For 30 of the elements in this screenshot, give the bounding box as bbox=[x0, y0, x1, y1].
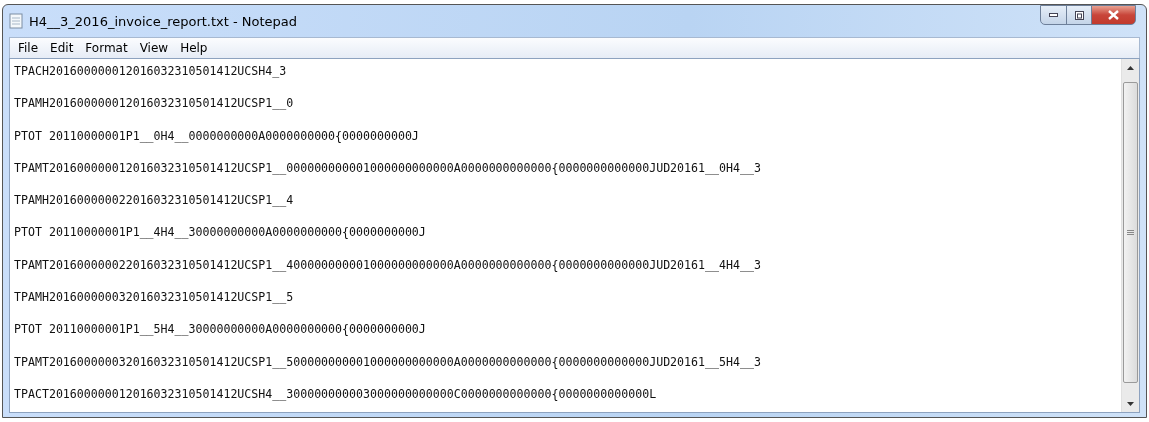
scroll-up-icon bbox=[1127, 65, 1134, 70]
menu-item[interactable]: Help bbox=[174, 41, 214, 55]
close-button[interactable] bbox=[1091, 5, 1136, 25]
text-area[interactable] bbox=[9, 58, 1140, 413]
scroll-thumb[interactable] bbox=[1123, 82, 1138, 383]
text-line: TPAMH201600000022016032310501412UCSP1__4 bbox=[14, 192, 295, 209]
scroll-down-icon bbox=[1127, 401, 1134, 406]
text-line: PTOT 20110000001P1__4H4__30000000000A0000000000{0000000000J bbox=[14, 224, 427, 241]
minimize-icon bbox=[1049, 13, 1058, 17]
text-line: TPACH201600000012016032310501412UCSH4_3 bbox=[14, 63, 288, 79]
window-title: H4__3_2016_invoice_report.txt - Notepad bbox=[29, 13, 299, 29]
text-line: PTOT 20110000001P1__5H4__30000000000A0000000000{0000000000J bbox=[14, 321, 427, 338]
text-line: TPAMH201600000032016032310501412UCSP1__5 bbox=[14, 289, 295, 306]
maximize-icon bbox=[1074, 10, 1084, 20]
text-line: TPAMT201600000032016032310501412UCSP1__500000000001000000000000A0000000000000{0000000000000JUD20161__5H4__3 bbox=[14, 353, 762, 370]
text-line: TPACT201600000012016032310501412UCSH4__300000000003000000000000C0000000000000{0000000000000L bbox=[14, 385, 658, 402]
menu-item[interactable]: Format bbox=[79, 41, 134, 55]
menu-item[interactable]: Edit bbox=[44, 41, 80, 55]
text-line: TPAMT201600000012016032310501412UCSP1__000000000001000000000000A0000000000000{0000000000000JUD20161__0H4__3 bbox=[14, 159, 762, 176]
menu-item[interactable]: View bbox=[133, 41, 175, 55]
text-line: TPAMT201600000022016032310501412UCSP1__400000000001000000000000A0000000000000{0000000000000JUD20161__4H4__3 bbox=[14, 256, 762, 273]
text-line: PTOT 20110000001P1__0H4__0000000000A0000000000{0000000000J bbox=[14, 127, 420, 144]
maximize-button[interactable] bbox=[1066, 5, 1092, 25]
text-line: TPAMH201600000012016032310501412UCSP1__0 bbox=[14, 95, 295, 112]
menu-item[interactable]: File bbox=[12, 41, 45, 55]
grip-icon bbox=[1127, 229, 1134, 236]
vertical-scrollbar[interactable] bbox=[1121, 59, 1139, 412]
notepad-icon bbox=[9, 13, 23, 29]
minimize-button[interactable] bbox=[1040, 5, 1067, 25]
close-icon bbox=[1108, 10, 1119, 20]
